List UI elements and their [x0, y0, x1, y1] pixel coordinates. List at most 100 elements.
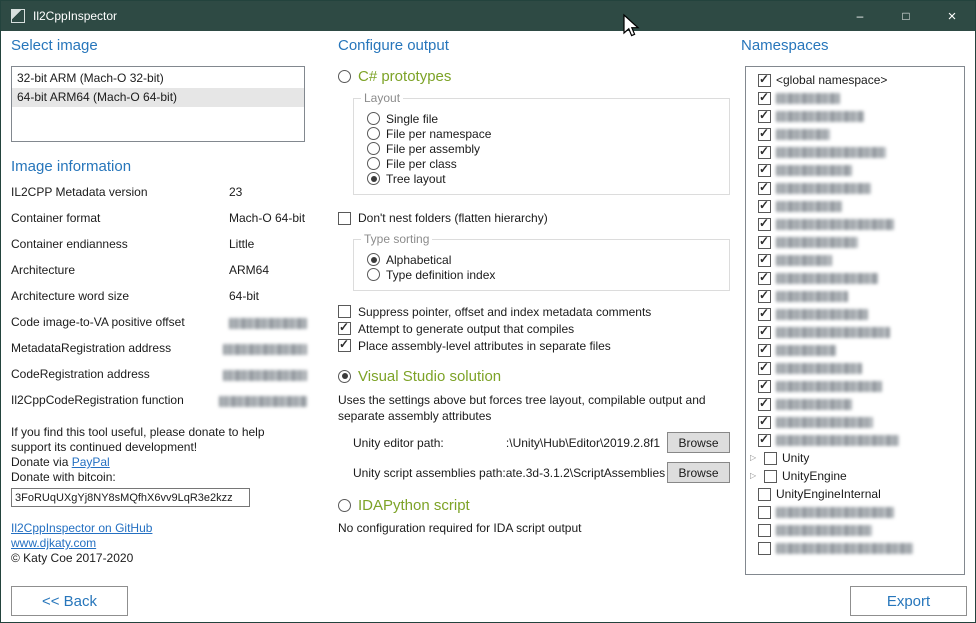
- namespace-item[interactable]: [746, 251, 964, 269]
- bitcoin-address-input[interactable]: [11, 488, 250, 507]
- namespace-item[interactable]: [746, 233, 964, 251]
- checkbox-icon: [338, 339, 351, 352]
- namespace-item[interactable]: [746, 539, 964, 557]
- checkbox-icon: [338, 322, 351, 335]
- namespace-checkbox[interactable]: [758, 542, 771, 555]
- namespace-item[interactable]: [746, 143, 964, 161]
- namespace-item[interactable]: [746, 161, 964, 179]
- vs-solution-radio[interactable]: Visual Studio solution: [338, 366, 734, 386]
- namespace-checkbox[interactable]: [758, 308, 771, 321]
- namespace-checkbox[interactable]: [758, 272, 771, 285]
- namespace-item[interactable]: [746, 89, 964, 107]
- namespace-item[interactable]: [746, 179, 964, 197]
- namespace-checkbox[interactable]: [758, 236, 771, 249]
- donate-via-text: Donate via: [11, 455, 72, 469]
- sorting-option[interactable]: Alphabetical: [367, 252, 729, 267]
- layout-option[interactable]: File per namespace: [367, 126, 729, 141]
- browse-assemblies-button[interactable]: Browse: [667, 462, 730, 483]
- namespace-item[interactable]: [746, 359, 964, 377]
- namespace-item[interactable]: ▷UnityEngine: [746, 467, 964, 485]
- namespace-item[interactable]: [746, 341, 964, 359]
- namespace-checkbox[interactable]: [758, 200, 771, 213]
- namespace-item[interactable]: [746, 431, 964, 449]
- website-link[interactable]: www.djkaty.com: [11, 536, 96, 550]
- vs-solution-description: Uses the settings above but forces tree …: [338, 392, 730, 424]
- option-checkbox[interactable]: Place assembly-level attributes in separ…: [338, 337, 734, 354]
- namespace-checkbox[interactable]: [758, 362, 771, 375]
- namespace-item[interactable]: [746, 287, 964, 305]
- namespace-checkbox[interactable]: [758, 128, 771, 141]
- namespace-checkbox[interactable]: [764, 452, 777, 465]
- layout-option[interactable]: File per assembly: [367, 141, 729, 156]
- namespace-checkbox[interactable]: [758, 290, 771, 303]
- namespace-checkbox[interactable]: [758, 506, 771, 519]
- browse-editor-button[interactable]: Browse: [667, 432, 730, 453]
- namespace-checkbox[interactable]: [758, 524, 771, 537]
- unity-assemblies-path-value[interactable]: ate.3d-3.1.2\ScriptAssemblies: [506, 466, 667, 480]
- unity-editor-path-value[interactable]: :\Unity\Hub\Editor\2019.2.8f1: [444, 436, 667, 450]
- option-checkbox[interactable]: Suppress pointer, offset and index metad…: [338, 303, 734, 320]
- namespace-item[interactable]: [746, 395, 964, 413]
- namespace-checkbox[interactable]: [758, 326, 771, 339]
- namespace-checkbox[interactable]: [758, 164, 771, 177]
- namespace-checkbox[interactable]: [758, 254, 771, 267]
- github-link[interactable]: Il2CppInspector on GitHub: [11, 521, 152, 535]
- namespace-checkbox[interactable]: [758, 434, 771, 447]
- namespace-item[interactable]: [746, 521, 964, 539]
- namespace-checkbox[interactable]: [758, 74, 771, 87]
- namespace-item[interactable]: UnityEngineInternal: [746, 485, 964, 503]
- image-list-item[interactable]: 32-bit ARM (Mach-O 32-bit): [12, 69, 304, 88]
- expander-icon[interactable]: ▷: [750, 449, 759, 467]
- paypal-link[interactable]: PayPal: [72, 455, 110, 469]
- namespace-checkbox[interactable]: [764, 470, 777, 483]
- namespace-checkbox[interactable]: [758, 92, 771, 105]
- namespace-checkbox[interactable]: [758, 398, 771, 411]
- unity-editor-path-label: Unity editor path:: [353, 436, 444, 450]
- layout-option[interactable]: File per class: [367, 156, 729, 171]
- namespace-item[interactable]: [746, 107, 964, 125]
- namespace-item[interactable]: [746, 197, 964, 215]
- namespace-item[interactable]: [746, 269, 964, 287]
- maximize-button[interactable]: □: [883, 1, 929, 31]
- unity-assemblies-path-row: Unity script assemblies path: ate.3d-3.1…: [353, 462, 730, 483]
- namespace-list[interactable]: <global namespace> ▷Unity▷UnityEngineUnit…: [745, 66, 965, 575]
- info-value: Mach-O 64-bit: [229, 211, 307, 225]
- donate-bitcoin-label: Donate with bitcoin:: [11, 470, 307, 485]
- layout-option[interactable]: Single file: [367, 111, 729, 126]
- namespace-checkbox[interactable]: [758, 380, 771, 393]
- namespace-checkbox[interactable]: [758, 146, 771, 159]
- namespace-checkbox[interactable]: [758, 218, 771, 231]
- csharp-prototypes-radio[interactable]: C# prototypes: [338, 66, 734, 86]
- namespace-item[interactable]: [746, 305, 964, 323]
- idapython-label: IDAPython script: [358, 497, 470, 514]
- type-sorting-group: Type sorting AlphabeticalType definition…: [353, 239, 730, 291]
- redacted-value: [223, 370, 307, 381]
- image-list[interactable]: 32-bit ARM (Mach-O 32-bit)64-bit ARM64 (…: [11, 66, 305, 142]
- namespace-checkbox[interactable]: [758, 416, 771, 429]
- title-bar[interactable]: Il2CppInspector – □ ×: [1, 1, 975, 31]
- namespace-checkbox[interactable]: [758, 488, 771, 501]
- namespace-item[interactable]: [746, 503, 964, 521]
- namespace-item[interactable]: [746, 323, 964, 341]
- minimize-button[interactable]: –: [837, 1, 883, 31]
- export-button[interactable]: Export: [850, 586, 967, 616]
- namespace-item[interactable]: <global namespace>: [746, 71, 964, 89]
- namespace-checkbox[interactable]: [758, 110, 771, 123]
- redacted-namespace: [776, 201, 842, 212]
- namespace-item[interactable]: [746, 377, 964, 395]
- close-button[interactable]: ×: [929, 1, 975, 31]
- namespace-checkbox[interactable]: [758, 344, 771, 357]
- back-button[interactable]: << Back: [11, 586, 128, 616]
- namespace-item[interactable]: [746, 413, 964, 431]
- idapython-radio[interactable]: IDAPython script: [338, 495, 734, 515]
- namespace-item[interactable]: [746, 125, 964, 143]
- layout-option[interactable]: Tree layout: [367, 171, 729, 186]
- namespace-checkbox[interactable]: [758, 182, 771, 195]
- namespace-item[interactable]: ▷Unity: [746, 449, 964, 467]
- sorting-option[interactable]: Type definition index: [367, 267, 729, 282]
- option-checkbox[interactable]: Attempt to generate output that compiles: [338, 320, 734, 337]
- namespace-item[interactable]: [746, 215, 964, 233]
- flatten-checkbox[interactable]: Don't nest folders (flatten hierarchy): [338, 211, 734, 225]
- expander-icon[interactable]: ▷: [750, 467, 759, 485]
- image-list-item[interactable]: 64-bit ARM64 (Mach-O 64-bit): [12, 88, 304, 107]
